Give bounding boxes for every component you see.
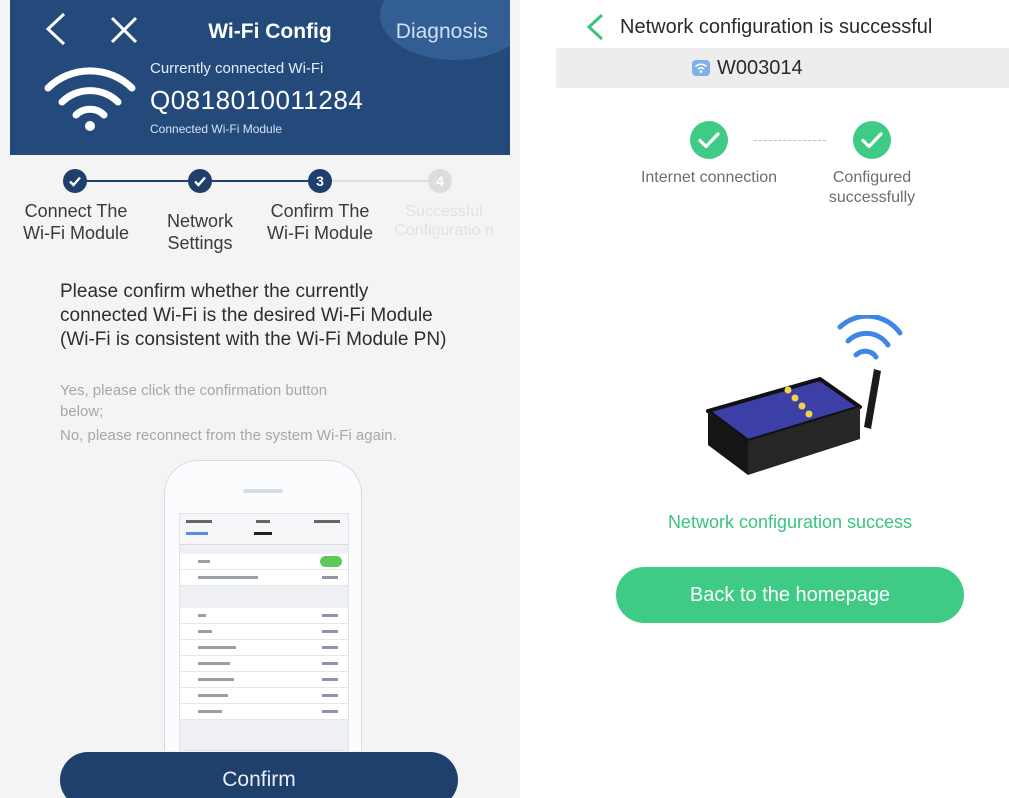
connected-network-bar: W003014	[556, 48, 1009, 88]
step-1-label: Connect The Wi-Fi Module	[22, 201, 129, 243]
step-3-label: Confirm The Wi-Fi Module	[266, 201, 373, 243]
back-chevron-icon[interactable]	[38, 10, 74, 48]
step-4-indicator: 4	[428, 169, 452, 193]
module-label: Connected Wi-Fi Module	[150, 122, 283, 136]
wifi-router-icon	[706, 315, 903, 475]
success-message: Network configuration success	[667, 512, 913, 532]
step-4-number: 4	[436, 173, 444, 189]
internet-connection-label: Internet connection	[640, 169, 778, 186]
diagnosis-link[interactable]: Diagnosis	[396, 20, 488, 44]
phone-illustration	[164, 460, 362, 751]
progress-stepper: 3 4 Connect The Wi-Fi Module Network Set…	[0, 160, 520, 270]
page-title: Network configuration is successful	[620, 16, 933, 38]
close-icon[interactable]	[108, 14, 140, 46]
page-title: Wi-Fi Config	[208, 20, 332, 43]
confirm-message: Please confirm whether the currently con…	[60, 281, 447, 350]
stepper-line-pending	[325, 180, 440, 182]
back-chevron-icon[interactable]	[584, 12, 606, 42]
wifi-icon	[692, 60, 710, 76]
back-to-homepage-button[interactable]: Back to the homepage	[616, 567, 964, 623]
configured-label: Configured successfully	[828, 169, 916, 206]
check-circle-icon	[690, 121, 728, 159]
current-wifi-label: Currently connected Wi-Fi	[150, 60, 324, 77]
step-3-number: 3	[316, 173, 324, 189]
wifi-config-header: Wi-Fi Config Diagnosis Currently connect…	[10, 0, 510, 155]
network-success-screen: Network configuration is successful W003…	[540, 0, 1009, 798]
connected-ssid: Q0818010011284	[150, 85, 364, 115]
wifi-config-screen: Wi-Fi Config Diagnosis Currently connect…	[0, 0, 520, 798]
phone-wifi-settings-illustration	[179, 513, 349, 751]
wifi-icon	[44, 67, 136, 131]
hint-no: No, please reconnect from the system Wi-…	[60, 427, 397, 444]
hint-yes: Yes, please click the confirmation butto…	[60, 382, 328, 420]
step-3-indicator: 3	[308, 169, 332, 193]
connected-ssid: W003014	[717, 57, 803, 79]
step-2-label: Network Settings	[166, 211, 233, 253]
step-1-check-icon	[63, 169, 87, 193]
step-4-label: Successful Configuratio n	[394, 203, 494, 239]
status-connector-line	[754, 140, 826, 141]
check-circle-icon	[853, 121, 891, 159]
step-2-check-icon	[188, 169, 212, 193]
confirm-button[interactable]: Confirm	[60, 752, 458, 798]
